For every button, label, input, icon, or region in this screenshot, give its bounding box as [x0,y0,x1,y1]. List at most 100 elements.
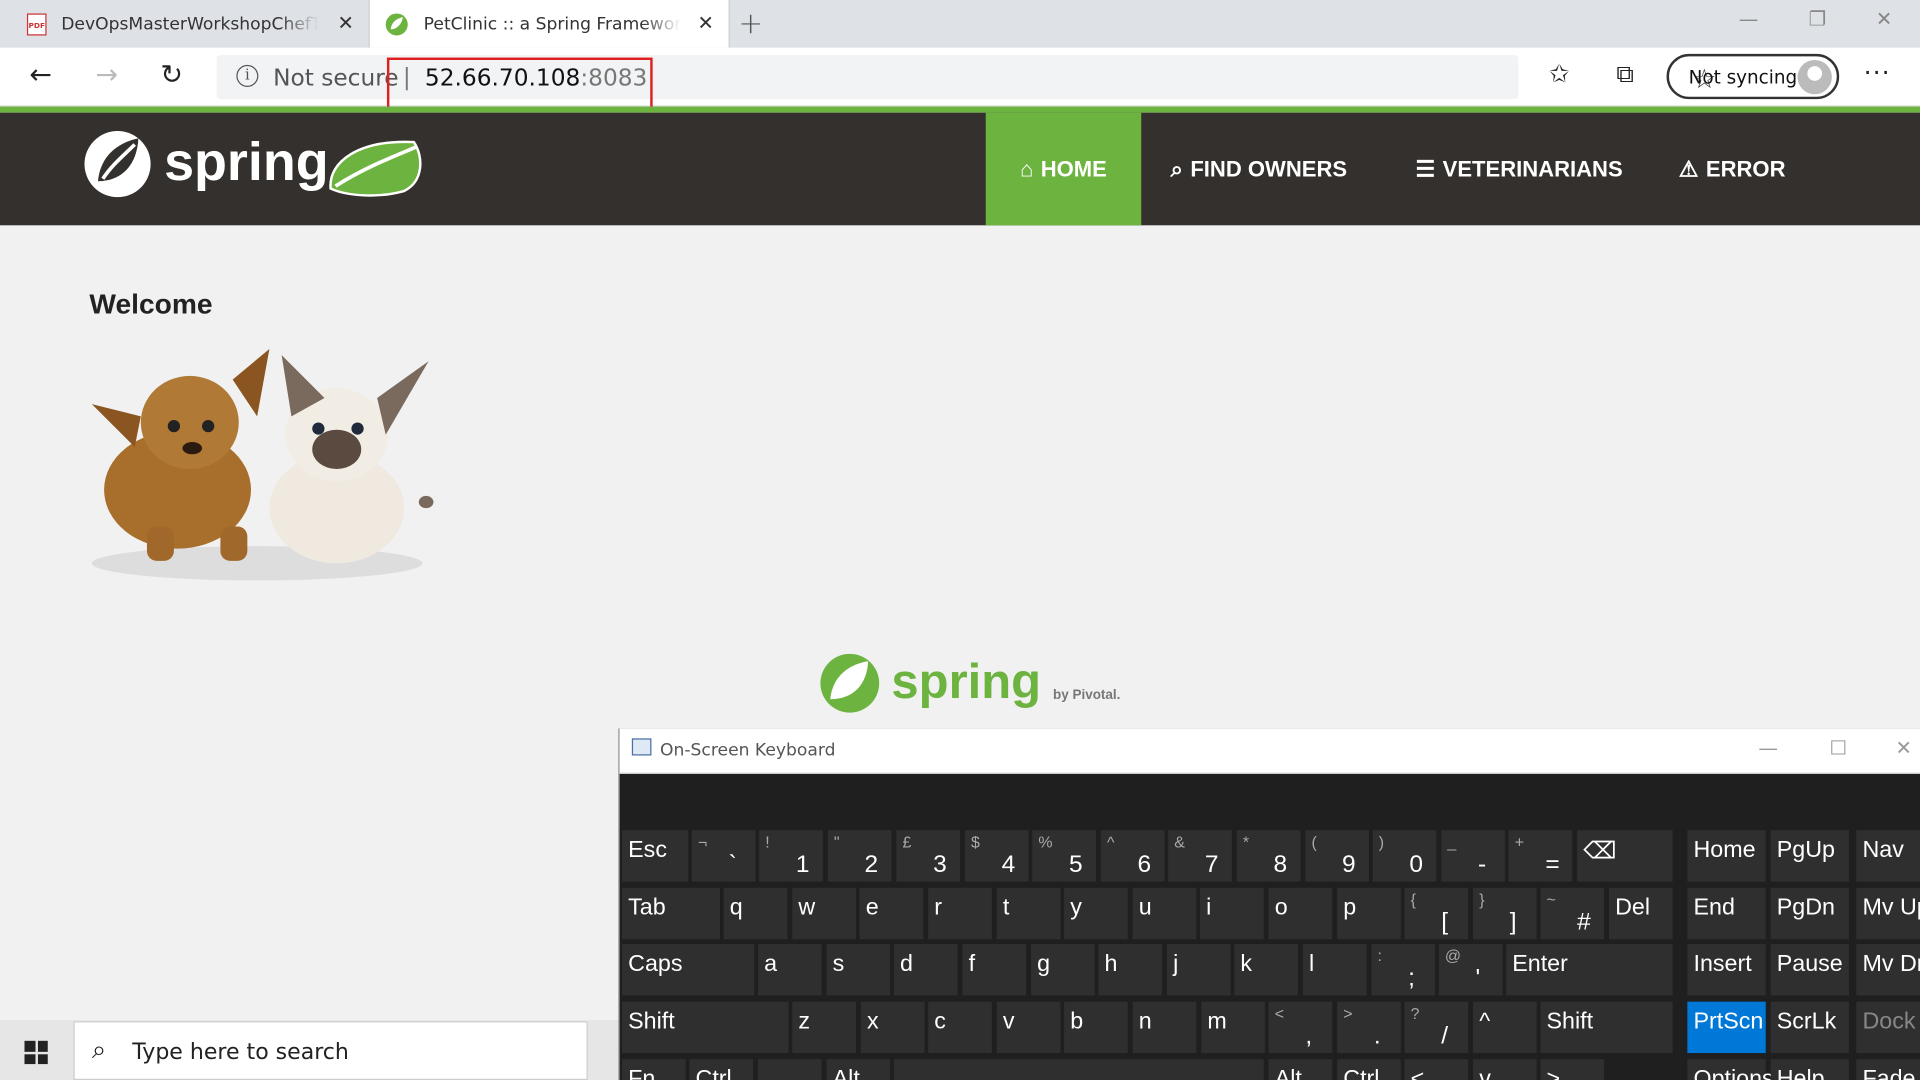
close-window-icon[interactable]: ✕ [1876,7,1892,30]
osk-key[interactable]: w [792,887,856,940]
osk-key[interactable] [757,1059,822,1080]
osk-titlebar[interactable]: On-Screen Keyboard — ☐ ✕ [619,728,1920,774]
favorites-icon[interactable]: ✩ [1549,59,1570,88]
osk-key[interactable]: l [1302,944,1367,996]
osk-key[interactable]: y [1064,887,1128,940]
osk-key[interactable]: ^ [1473,1001,1537,1054]
osk-key[interactable]: Fn [622,1059,686,1080]
osk-key[interactable]: Home [1687,830,1766,882]
osk-key[interactable]: m [1201,1001,1265,1054]
osk-key[interactable]: Pause [1770,944,1849,996]
forward-icon[interactable]: → [96,60,119,91]
osk-key[interactable]: x [860,1001,925,1054]
maximize-icon[interactable]: ☐ [1829,736,1847,759]
osk-key[interactable]: Nav [1856,830,1920,882]
minimize-icon[interactable]: — [1758,736,1778,759]
osk-key[interactable]: o [1268,887,1333,940]
osk-key[interactable]: ^ 6 [1100,830,1165,882]
osk-key[interactable]: ⌫ [1577,830,1673,882]
osk-key[interactable]: Tab [622,887,721,940]
osk-key[interactable]: Mv Up [1856,887,1920,940]
osk-key[interactable]: ? / [1404,1001,1469,1054]
osk-key[interactable]: Alt [1268,1059,1333,1080]
osk-key[interactable]: Dock [1856,1001,1920,1054]
nav-error[interactable]: ⚠ ERROR [1679,113,1786,226]
windows-start-icon[interactable] [24,1040,48,1065]
close-tab-icon[interactable]: ✕ [337,11,353,34]
info-icon[interactable]: i [236,64,259,87]
security-label[interactable]: Not secure [273,65,399,92]
osk-key[interactable]: > [1540,1059,1605,1080]
spring-logo[interactable]: spring [83,125,438,216]
osk-key[interactable]: Fade [1856,1059,1920,1080]
osk-key[interactable]: f [962,944,1027,996]
nav-home[interactable]: ⌂ HOME [985,112,1142,226]
profile-button[interactable]: Not syncing [1666,53,1840,100]
osk-key[interactable]: v [1473,1059,1537,1080]
osk-key[interactable]: Shift [622,1001,789,1054]
osk-key[interactable]: ) 0 [1372,830,1437,882]
osk-key[interactable]: Shift [1540,1001,1673,1054]
osk-key[interactable]: " 2 [827,830,892,882]
osk-key[interactable]: ¬ ` [691,830,756,882]
new-tab-icon[interactable]: + [738,6,763,40]
osk-key[interactable]: < [1404,1059,1469,1080]
osk-key[interactable]: i [1200,887,1264,940]
osk-key[interactable]: @ ' [1438,944,1503,996]
osk-key[interactable]: a [757,944,822,996]
restore-icon[interactable]: ❐ [1809,7,1827,30]
osk-key[interactable] [893,1059,1264,1080]
osk-key[interactable]: :; [1371,944,1436,996]
osk-key[interactable]: h [1098,944,1163,996]
osk-key[interactable]: Options [1687,1059,1774,1080]
osk-key[interactable]: t [996,887,1061,940]
osk-key[interactable]: g [1031,944,1095,996]
osk-key[interactable]: z [792,1001,856,1054]
osk-key[interactable]: & 7 [1168,830,1232,882]
osk-key[interactable]: v [996,1001,1061,1054]
osk-key[interactable]: Ctrl [689,1059,754,1080]
back-icon[interactable]: ← [29,60,52,91]
osk-key[interactable]: b [1064,1001,1128,1054]
osk-key[interactable]: }] [1473,887,1537,940]
osk-key[interactable]: $4 [964,830,1029,882]
close-tab-icon[interactable]: ✕ [697,11,713,34]
osk-key[interactable]: PgUp [1770,830,1849,882]
osk-key[interactable]: Mv Dn [1856,944,1920,996]
osk-key[interactable]: Ctrl [1337,1059,1401,1080]
osk-key[interactable]: Enter [1506,944,1673,996]
tab-petclinic[interactable]: PetClinic :: a Spring Framework d ✕ [368,0,730,48]
more-menu-icon[interactable]: ··· [1864,58,1891,87]
osk-key[interactable]: n [1132,1001,1197,1054]
taskbar-search[interactable]: ⌕ Type here to search [73,1021,588,1080]
osk-key[interactable]: Del [1608,887,1673,940]
osk-key[interactable]: ~ # [1540,887,1605,940]
refresh-icon[interactable]: ↻ [160,60,183,91]
close-icon[interactable]: ✕ [1896,736,1912,759]
osk-key[interactable]: u [1132,887,1197,940]
osk-key[interactable]: Caps [622,944,755,996]
osk-key[interactable]: r [928,887,992,940]
osk-key[interactable]: >. [1337,1001,1401,1054]
osk-key[interactable]: £3 [896,830,961,882]
osk-key[interactable]: e [859,887,924,940]
nav-veterinarians[interactable]: ☰ VETERINARIANS [1416,113,1623,226]
osk-key[interactable]: <, [1268,1001,1333,1054]
tab-pdf[interactable]: PDF DevOpsMasterWorkshopChefTas ✕ [0,0,369,48]
osk-key[interactable]: ! 1 [759,830,823,882]
osk-key[interactable]: p [1337,887,1401,940]
osk-key[interactable]: (9 [1305,830,1369,882]
osk-key[interactable]: q [723,887,788,940]
osk-key[interactable]: Esc [622,830,689,882]
osk-key[interactable]: % 5 [1032,830,1096,882]
osk-key[interactable]: PgDn [1770,887,1849,940]
osk-key[interactable]: * 8 [1236,830,1301,882]
osk-key[interactable]: k [1234,944,1298,996]
osk-key[interactable]: + = [1508,830,1573,882]
collections-icon[interactable]: ⧉ [1616,59,1633,88]
osk-key[interactable]: s [826,944,891,996]
osk-key[interactable]: ScrLk [1770,1001,1849,1054]
osk-key[interactable]: j [1166,944,1231,996]
minimize-icon[interactable]: — [1739,7,1759,30]
osk-key[interactable]: Alt [826,1059,891,1080]
